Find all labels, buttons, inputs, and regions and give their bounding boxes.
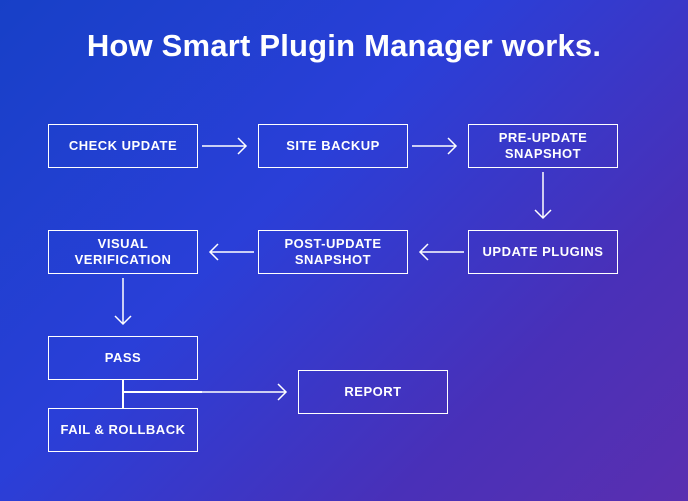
arrow-backup-to-preupdate <box>408 124 468 168</box>
step-pass: PASS <box>48 336 198 380</box>
arrow-check-to-backup <box>198 124 258 168</box>
step-site-backup: SITE BACKUP <box>258 124 408 168</box>
arrow-visual-to-pass <box>101 274 145 336</box>
connector-stem-to-arrow <box>122 391 202 393</box>
step-pre-update-snapshot: PRE-UPDATE SNAPSHOT <box>468 124 618 168</box>
connector-pass-to-fail <box>122 380 124 408</box>
arrow-updateplugins-to-postupdate <box>408 230 468 274</box>
diagram-title: How Smart Plugin Manager works. <box>0 28 688 64</box>
arrow-postupdate-to-visual <box>198 230 258 274</box>
step-update-plugins: UPDATE PLUGINS <box>468 230 618 274</box>
step-check-update: CHECK UPDATE <box>48 124 198 168</box>
step-visual-verification: VISUAL VERIFICATION <box>48 230 198 274</box>
step-report: REPORT <box>298 370 448 414</box>
arrow-outcome-to-report <box>198 370 298 414</box>
step-post-update-snapshot: POST-UPDATE SNAPSHOT <box>258 230 408 274</box>
arrow-preupdate-to-updateplugins <box>521 168 565 230</box>
step-fail-rollback: FAIL & ROLLBACK <box>48 408 198 452</box>
